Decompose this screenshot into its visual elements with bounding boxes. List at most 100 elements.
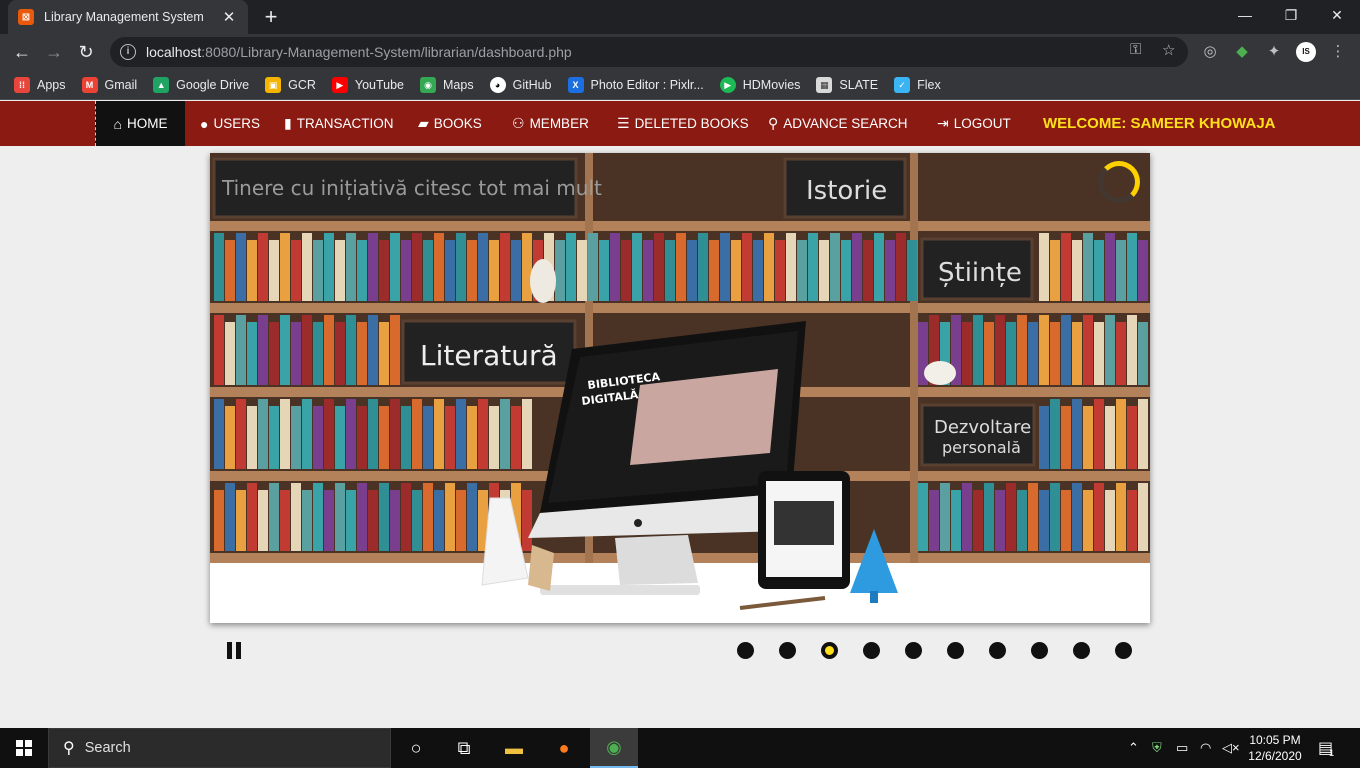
book-spine (225, 406, 235, 469)
bookmark-gmail[interactable]: M Gmail (81, 76, 137, 93)
notifications-icon[interactable]: ▤ 1 (1318, 728, 1334, 768)
book-spine (1061, 315, 1071, 385)
search-icon: ⚲ (63, 740, 75, 757)
nav-member[interactable]: ⚇ MEMBER (512, 101, 589, 146)
bookmark-hdmovies[interactable]: ▶ HDMovies (719, 76, 800, 93)
gmail-icon: M (81, 76, 98, 93)
book-spine (1138, 483, 1148, 551)
clock-date: 12/6/2020 (1248, 749, 1302, 763)
book-spine (423, 240, 433, 301)
book-spine (808, 233, 818, 301)
system-clock[interactable]: 10:05 PM 12/6/2020 (1244, 732, 1306, 764)
book-spine (236, 315, 246, 385)
bookmark-pixlr[interactable]: X Photo Editor : Pixlr... (567, 76, 704, 93)
book-spine (258, 233, 268, 301)
profile-avatar[interactable]: IS (1296, 42, 1316, 62)
back-arrow-icon[interactable]: ← (9, 39, 35, 65)
extension-circle-icon[interactable]: ◎ (1200, 42, 1220, 62)
forward-arrow-icon[interactable]: → (41, 39, 67, 65)
chrome-icon[interactable]: ◉ (590, 728, 638, 768)
image-slider[interactable]: Tinere cu inițiativă citesc tot mai mult… (210, 153, 1150, 623)
slider-dot-7[interactable] (989, 642, 1006, 659)
book-spine (577, 240, 587, 301)
extension-color-icon[interactable]: ◆ (1232, 42, 1252, 62)
browser-toolbar: ← → ↻ i localhost:8080/Library-Managemen… (0, 34, 1360, 70)
home-icon: ⌂ (113, 115, 122, 132)
menu-kebab-icon[interactable]: ⋮ (1328, 42, 1348, 62)
address-bar[interactable]: i localhost:8080/Library-Management-Syst… (110, 37, 1188, 67)
bookmark-apps[interactable]: ⁞⁞ Apps (14, 76, 66, 93)
book-spine (621, 240, 631, 301)
reload-icon[interactable]: ↻ (73, 39, 99, 65)
nav-home[interactable]: ⌂ HOME (95, 101, 185, 146)
book-spine (489, 406, 499, 469)
close-window-button[interactable]: ✕ (1314, 0, 1360, 30)
cortana-icon[interactable]: ○ (392, 728, 440, 768)
pause-bar-left (227, 642, 232, 659)
users-group-icon: ⚇ (512, 115, 525, 131)
nav-logout[interactable]: ⇥ LOGOUT (937, 101, 1011, 146)
chalk-literatura-text: Literatură (420, 339, 558, 372)
bookmark-google-drive[interactable]: ▲ Google Drive (153, 76, 249, 93)
slider-dot-6[interactable] (947, 642, 964, 659)
windows-logo-icon (16, 740, 32, 756)
bookmark-maps[interactable]: ◉ Maps (420, 76, 474, 93)
slider-dot-8[interactable] (1031, 642, 1048, 659)
bookmark-slate[interactable]: ▦ SLATE (816, 76, 878, 93)
slider-dot-5[interactable] (905, 642, 922, 659)
book-spine (1072, 483, 1082, 551)
security-shield-icon[interactable]: ⛨ (1152, 728, 1162, 768)
slider-dot-2[interactable] (779, 642, 796, 659)
chevron-up-icon[interactable]: ⌃ (1128, 728, 1139, 768)
book-spine (357, 406, 367, 469)
book-spine (632, 233, 642, 301)
slider-dot-1[interactable] (737, 642, 754, 659)
book-spine (423, 406, 433, 469)
wifi-icon[interactable]: ◠ (1200, 728, 1211, 768)
file-icon: ▮ (284, 115, 292, 131)
book-spine (390, 233, 400, 301)
book-spine (456, 399, 466, 469)
new-tab-button[interactable]: + (258, 4, 284, 30)
taskbar-search[interactable]: ⚲ Search (48, 728, 391, 768)
bookmark-flex[interactable]: ✓ Flex (894, 76, 941, 93)
restore-button[interactable]: ❐ (1268, 0, 1314, 30)
youtube-icon: ▶ (331, 76, 348, 93)
nav-transaction[interactable]: ▮ TRANSACTION (284, 101, 393, 146)
book-spine (522, 490, 532, 551)
slider-dot-4[interactable] (863, 642, 880, 659)
bookmarks-bar: ⁞⁞ Apps M Gmail ▲ Google Drive ▣ GCR ▶ YouTub… (0, 70, 1360, 100)
bookmark-gcr[interactable]: ▣ GCR (265, 76, 316, 93)
key-icon[interactable]: ⚿ (1130, 41, 1141, 58)
nav-books[interactable]: ▰ BOOKS (418, 101, 482, 146)
nav-advance-search[interactable]: ⚲ ADVANCE SEARCH (768, 101, 908, 146)
battery-icon[interactable]: ▭ (1176, 728, 1188, 768)
extensions-puzzle-icon[interactable]: ✦ (1264, 42, 1284, 62)
volume-muted-icon[interactable]: ◁× (1222, 728, 1240, 768)
nav-users[interactable]: ● USERS (200, 101, 260, 146)
slider-dot-3[interactable] (821, 642, 838, 659)
slider-timer-loader (1098, 161, 1140, 203)
book-spine (346, 490, 356, 551)
start-button[interactable] (0, 728, 48, 768)
bookmark-youtube[interactable]: ▶ YouTube (331, 76, 404, 93)
book-spine (742, 233, 752, 301)
site-info-icon[interactable]: i (120, 44, 136, 60)
nav-deleted-books[interactable]: ☰ DELETED BOOKS (617, 101, 749, 146)
file-explorer-icon[interactable]: ▬ (490, 728, 538, 768)
browser-tab[interactable]: ⊠ Library Management System ✕ (8, 0, 248, 34)
task-view-icon[interactable]: ⧉ (440, 728, 488, 768)
book-spine (214, 399, 224, 469)
tab-close-icon[interactable]: ✕ (220, 8, 238, 26)
slider-dot-10[interactable] (1115, 642, 1132, 659)
firefox-icon[interactable]: ● (540, 728, 588, 768)
bookmark-github[interactable]: ◕ GitHub (489, 76, 552, 93)
bookmark-star-icon[interactable]: ☆ (1162, 41, 1175, 59)
book-spine (379, 406, 389, 469)
book-spine (1039, 490, 1049, 551)
slider-pause-button[interactable] (227, 642, 243, 659)
minimize-button[interactable]: — (1222, 0, 1268, 30)
slider-dot-9[interactable] (1073, 642, 1090, 659)
book-spine (313, 406, 323, 469)
book-spine (863, 240, 873, 301)
